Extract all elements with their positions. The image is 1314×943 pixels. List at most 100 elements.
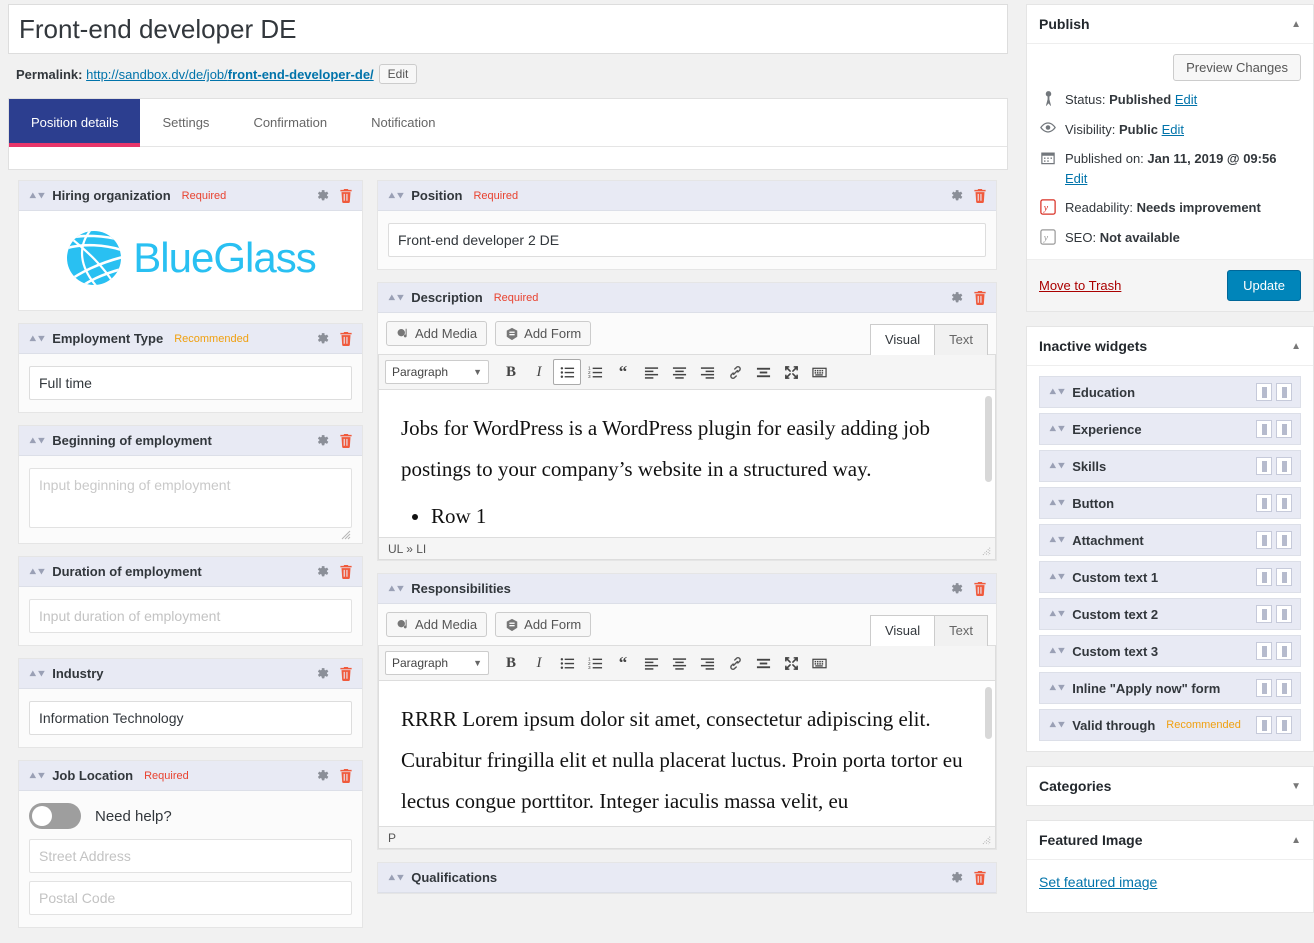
align-right-button[interactable] (693, 650, 721, 676)
format-select[interactable]: Paragraph ▼ (385, 651, 489, 676)
align-left-button[interactable] (637, 359, 665, 385)
gear-icon[interactable] (315, 188, 330, 203)
collapse-toggle-icon[interactable]: ▲ (1291, 19, 1301, 30)
bold-button[interactable]: B (497, 359, 525, 385)
sort-handle-icon[interactable]: ⯅⯆ (1048, 386, 1066, 398)
sort-handle-icon[interactable]: ⯅⯆ (1048, 682, 1066, 694)
set-featured-image-link[interactable]: Set featured image (1039, 874, 1157, 890)
gear-icon[interactable] (315, 564, 330, 579)
sort-handle-icon[interactable]: ⯅⯆ (28, 668, 46, 680)
add-media-button[interactable]: Add Media (386, 321, 488, 347)
tab-visual[interactable]: Visual (869, 615, 936, 647)
duration-of-employment-input[interactable] (29, 599, 352, 634)
gear-icon[interactable] (315, 433, 330, 448)
move-right-button[interactable] (1276, 605, 1292, 623)
panel-header[interactable]: ⯅⯆ Employment Type Recommended (19, 324, 362, 355)
move-left-button[interactable] (1256, 716, 1272, 734)
responsibilities-editor-area[interactable]: RRRR Lorem ipsum dolor sit amet, consect… (378, 681, 996, 828)
align-left-button[interactable] (637, 650, 665, 676)
move-left-button[interactable] (1256, 568, 1272, 586)
move-left-button[interactable] (1256, 642, 1272, 660)
toolbar-toggle-button[interactable] (805, 650, 833, 676)
need-help-toggle[interactable] (29, 803, 81, 830)
widget-item-experience[interactable]: ⯅⯆ Experience (1039, 413, 1301, 445)
responsibilities-scrollbar[interactable] (985, 687, 992, 740)
italic-button[interactable]: I (525, 650, 553, 676)
edit-visibility-link[interactable]: Edit (1162, 122, 1184, 137)
beginning-of-employment-textarea[interactable] (29, 468, 352, 529)
sort-handle-icon[interactable]: ⯅⯆ (1048, 571, 1066, 583)
resize-handle-icon[interactable] (980, 545, 991, 556)
read-more-button[interactable] (749, 650, 777, 676)
collapse-toggle-icon[interactable]: ▲ (1291, 341, 1301, 352)
edit-permalink-button[interactable]: Edit (378, 64, 418, 85)
widget-item-custom-text-3[interactable]: ⯅⯆ Custom text 3 (1039, 635, 1301, 667)
move-right-button[interactable] (1276, 531, 1292, 549)
panel-header[interactable]: ⯅⯆ Hiring organization Required (19, 181, 362, 212)
widget-item-attachment[interactable]: ⯅⯆ Attachment (1039, 524, 1301, 556)
street-address-input[interactable] (29, 839, 352, 874)
tab-position-details[interactable]: Position details (9, 99, 141, 148)
sort-handle-icon[interactable]: ⯅⯆ (387, 583, 405, 595)
position-input[interactable] (388, 223, 986, 258)
gear-icon[interactable] (949, 581, 964, 596)
description-editor-area[interactable]: Jobs for WordPress is a WordPress plugin… (378, 390, 996, 539)
post-title-input[interactable] (17, 8, 999, 51)
tab-text[interactable]: Text (934, 615, 988, 647)
link-button[interactable] (721, 650, 749, 676)
resize-handle-icon[interactable] (339, 528, 351, 540)
fullscreen-button[interactable] (777, 359, 805, 385)
move-right-button[interactable] (1276, 642, 1292, 660)
widget-item-custom-text-1[interactable]: ⯅⯆ Custom text 1 (1039, 561, 1301, 593)
sort-handle-icon[interactable]: ⯅⯆ (387, 872, 405, 884)
sort-handle-icon[interactable]: ⯅⯆ (28, 435, 46, 447)
move-right-button[interactable] (1276, 420, 1292, 438)
edit-status-link[interactable]: Edit (1175, 92, 1197, 107)
read-more-button[interactable] (749, 359, 777, 385)
sort-handle-icon[interactable]: ⯅⯆ (1048, 645, 1066, 657)
industry-input[interactable] (29, 701, 352, 736)
trash-icon[interactable] (339, 666, 353, 682)
move-to-trash-link[interactable]: Move to Trash (1039, 278, 1121, 293)
panel-header[interactable]: ⯅⯆ Beginning of employment (19, 426, 362, 457)
gear-icon[interactable] (949, 290, 964, 305)
edit-date-link[interactable]: Edit (1065, 171, 1087, 186)
collapse-toggle-icon[interactable]: ▲ (1291, 835, 1301, 846)
panel-header[interactable]: ⯅⯆ Duration of employment (19, 557, 362, 588)
move-right-button[interactable] (1276, 457, 1292, 475)
tab-settings[interactable]: Settings (140, 99, 231, 146)
sort-handle-icon[interactable]: ⯅⯆ (387, 190, 405, 202)
align-right-button[interactable] (693, 359, 721, 385)
trash-icon[interactable] (339, 331, 353, 347)
trash-icon[interactable] (973, 581, 987, 597)
move-left-button[interactable] (1256, 383, 1272, 401)
employment-type-input[interactable] (29, 366, 352, 401)
gear-icon[interactable] (315, 768, 330, 783)
gear-icon[interactable] (315, 666, 330, 681)
align-center-button[interactable] (665, 650, 693, 676)
panel-header[interactable]: ⯅⯆ Job Location Required (19, 761, 362, 792)
tab-notification[interactable]: Notification (349, 99, 457, 146)
format-select[interactable]: Paragraph ▼ (385, 360, 489, 385)
numbered-list-button[interactable]: 1 2 3 (581, 650, 609, 676)
trash-icon[interactable] (973, 290, 987, 306)
sort-handle-icon[interactable]: ⯅⯆ (1048, 534, 1066, 546)
sort-handle-icon[interactable]: ⯅⯆ (1048, 460, 1066, 472)
move-right-button[interactable] (1276, 679, 1292, 697)
widget-item-inline-apply-now-form[interactable]: ⯅⯆ Inline "Apply now" form (1039, 672, 1301, 704)
trash-icon[interactable] (973, 870, 987, 886)
panel-header[interactable]: ⯅⯆ Responsibilities (378, 574, 996, 605)
responsibilities-editor-content[interactable]: RRRR Lorem ipsum dolor sit amet, consect… (379, 681, 995, 822)
trash-icon[interactable] (339, 564, 353, 580)
description-editor-content[interactable]: Jobs for WordPress is a WordPress plugin… (379, 390, 995, 537)
sort-handle-icon[interactable]: ⯅⯆ (28, 333, 46, 345)
widget-item-valid-through[interactable]: ⯅⯆ Valid through Recommended (1039, 709, 1301, 741)
sort-handle-icon[interactable]: ⯅⯆ (28, 770, 46, 782)
move-right-button[interactable] (1276, 494, 1292, 512)
preview-changes-button[interactable]: Preview Changes (1173, 54, 1301, 81)
widget-item-education[interactable]: ⯅⯆ Education (1039, 376, 1301, 408)
bullet-list-button[interactable] (553, 650, 581, 676)
bold-button[interactable]: B (497, 650, 525, 676)
sort-handle-icon[interactable]: ⯅⯆ (387, 292, 405, 304)
link-button[interactable] (721, 359, 749, 385)
